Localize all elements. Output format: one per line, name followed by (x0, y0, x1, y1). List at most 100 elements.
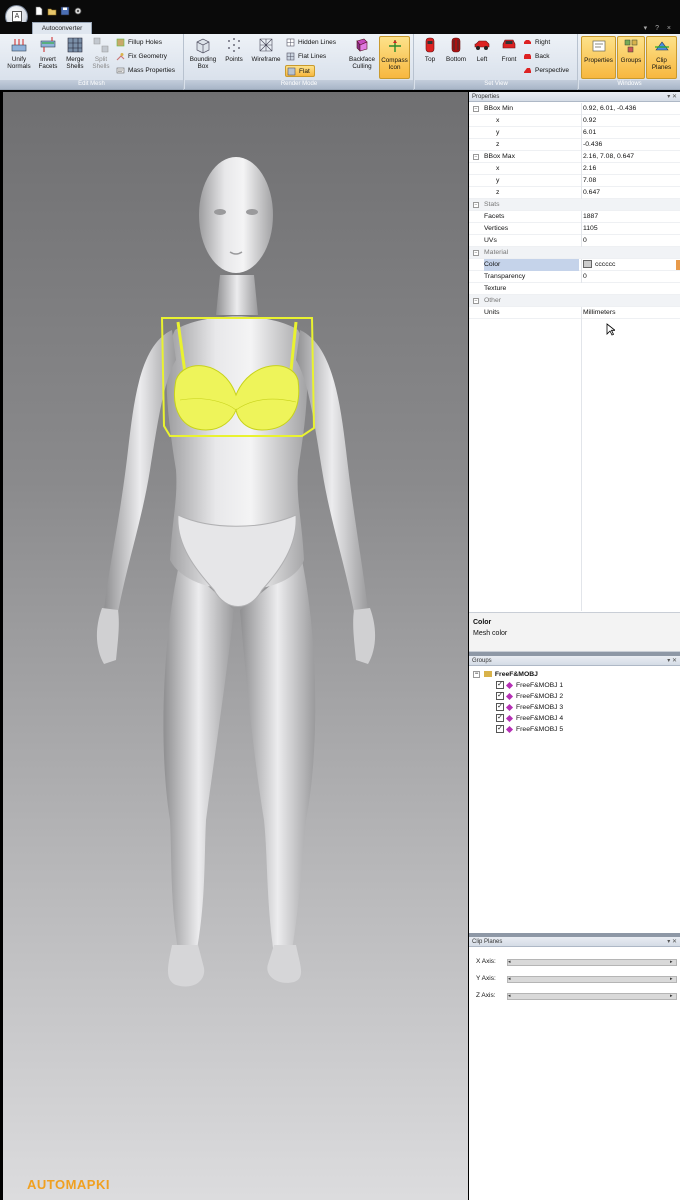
backface-culling-button[interactable]: Backface Culling (345, 36, 379, 80)
tree-item[interactable]: ✓ FreeF&MOBJ 1 (496, 680, 563, 691)
compass-icon-button[interactable]: Compass Icon (379, 36, 410, 79)
tree-item[interactable]: ✓ FreeF&MOBJ 4 (496, 713, 563, 724)
prop-row-vertices[interactable]: Vertices 1105 (469, 223, 680, 235)
invert-facets-button[interactable]: Invert Facets (33, 36, 63, 80)
prop-name: BBox Min (484, 105, 514, 112)
bounding-box-icon (196, 38, 210, 54)
prop-row-uvs[interactable]: UVs 0 (469, 235, 680, 247)
visibility-checkbox[interactable]: ✓ (496, 681, 504, 690)
mesh-icon (505, 692, 514, 700)
prop-name: Facets (484, 213, 505, 220)
x-axis-slider[interactable]: ◂ ▸ (507, 959, 677, 966)
group-label-edit-mesh: Edit Mesh (0, 80, 183, 89)
properties-window-button[interactable]: Properties (581, 36, 616, 79)
prop-row-texture[interactable]: Texture (469, 283, 680, 295)
groups-window-button[interactable]: Groups (617, 36, 645, 79)
save-icon[interactable] (60, 6, 70, 16)
slider-right-arrow-icon[interactable]: ▸ (670, 994, 676, 999)
wireframe-button[interactable]: Wireframe (249, 36, 283, 80)
visibility-checkbox[interactable]: ✓ (496, 692, 504, 701)
flat-button[interactable]: Flat (285, 65, 315, 77)
prop-row-transparency[interactable]: Transparency 0 (469, 271, 680, 283)
prop-row-units[interactable]: Units Millimeters (469, 307, 680, 319)
slider-left-arrow-icon[interactable]: ◂ (508, 994, 514, 999)
points-button[interactable]: Points (219, 36, 249, 80)
mass-properties-button[interactable]: Mass Properties (116, 65, 175, 77)
prop-row-bbox-max-y[interactable]: y 7.08 (469, 175, 680, 187)
prop-row-color[interactable]: Color cccccc (469, 259, 680, 271)
y-axis-slider[interactable]: ◂ ▸ (507, 976, 677, 983)
color-swatch (583, 260, 592, 269)
tree-root[interactable]: − FreeF&MOBJ (473, 669, 538, 680)
fillup-holes-label: Fillup Holes (128, 39, 162, 46)
prop-row-bbox-min[interactable]: − BBox Min 0.92, 6.01, -0.436 (469, 103, 680, 115)
prop-row-bbox-max-x[interactable]: x 2.16 (469, 163, 680, 175)
slider-right-arrow-icon[interactable]: ▸ (670, 977, 676, 982)
prop-value: 0 (581, 235, 680, 247)
prop-row-bbox-min-x[interactable]: x 0.92 (469, 115, 680, 127)
prop-row-bbox-min-y[interactable]: y 6.01 (469, 127, 680, 139)
backface-culling-icon (356, 38, 368, 52)
visibility-checkbox[interactable]: ✓ (496, 703, 504, 712)
fillup-holes-button[interactable]: Fillup Holes (116, 37, 162, 49)
pin-icon[interactable]: ▾ ✕ (667, 92, 677, 102)
z-axis-slider[interactable]: ◂ ▸ (507, 993, 677, 1000)
ribbon: Unify Normals Invert Facets Merge Shells… (0, 34, 680, 90)
category-other[interactable]: − Other (469, 295, 680, 307)
split-shells-label: Split Shells (92, 56, 110, 70)
visibility-checkbox[interactable]: ✓ (496, 714, 504, 723)
mass-properties-label: Mass Properties (128, 67, 175, 74)
category-stats[interactable]: − Stats (469, 199, 680, 211)
view-front-button[interactable]: Front (494, 36, 524, 80)
pin-icon[interactable]: ▾ ✕ (667, 656, 677, 666)
split-shells-button[interactable]: Split Shells (86, 36, 116, 80)
help-text: Mesh color (473, 630, 508, 637)
collapse-icon[interactable]: − (473, 202, 479, 208)
category-material[interactable]: − Material (469, 247, 680, 259)
pin-icon[interactable]: ▾ ✕ (667, 937, 677, 947)
collapse-icon[interactable]: − (473, 670, 480, 678)
bounding-box-button[interactable]: Bounding Box (188, 36, 218, 80)
3d-viewport[interactable] (3, 92, 468, 1200)
slider-left-arrow-icon[interactable]: ◂ (508, 960, 514, 965)
properties-icon (592, 40, 605, 52)
view-left-button[interactable]: Left (467, 36, 497, 80)
x-axis-label: X Axis: (476, 958, 496, 965)
x-axis-slider-row: X Axis: ◂ ▸ (469, 957, 680, 967)
hidden-lines-icon (286, 38, 295, 47)
clip-planes-window-button[interactable]: Clip Planes (646, 36, 677, 79)
dropdown-handle[interactable] (676, 260, 680, 270)
collapse-icon[interactable]: − (473, 154, 479, 160)
mass-properties-icon (116, 67, 125, 74)
group-windows: Properties Groups Clip Planes Windows (579, 34, 680, 90)
points-label: Points (225, 56, 243, 63)
prop-row-bbox-min-z[interactable]: z -0.436 (469, 139, 680, 151)
tree-item[interactable]: ✓ FreeF&MOBJ 5 (496, 724, 563, 735)
flat-lines-button[interactable]: Flat Lines (286, 51, 326, 63)
prop-row-bbox-max[interactable]: − BBox Max 2.16, 7.08, 0.647 (469, 151, 680, 163)
clip-planes-window-label: Clip Planes (651, 57, 672, 71)
prop-row-facets[interactable]: Facets 1887 (469, 211, 680, 223)
human-mesh-model[interactable] (3, 92, 468, 1200)
hidden-lines-button[interactable]: Hidden Lines (286, 37, 336, 49)
settings-icon[interactable] (73, 6, 83, 16)
wireframe-icon (259, 38, 273, 52)
view-back-button[interactable]: Back (523, 51, 549, 63)
tree-item[interactable]: ✓ FreeF&MOBJ 2 (496, 691, 563, 702)
window-controls[interactable]: ▾ ? × (644, 24, 674, 32)
color-value[interactable]: cccccc (581, 259, 680, 271)
new-file-icon[interactable] (34, 6, 44, 16)
slider-right-arrow-icon[interactable]: ▸ (670, 960, 676, 965)
collapse-icon[interactable]: − (473, 106, 479, 112)
visibility-checkbox[interactable]: ✓ (496, 725, 504, 734)
tree-item[interactable]: ✓ FreeF&MOBJ 3 (496, 702, 563, 713)
fix-geometry-button[interactable]: Fix Geometry (116, 51, 167, 63)
open-file-icon[interactable] (47, 6, 57, 16)
view-perspective-button[interactable]: Perspective (523, 65, 569, 77)
collapse-icon[interactable]: − (473, 298, 479, 304)
prop-row-bbox-max-z[interactable]: z 0.647 (469, 187, 680, 199)
view-right-button[interactable]: Right (523, 37, 550, 49)
unify-normals-button[interactable]: Unify Normals (4, 36, 34, 80)
collapse-icon[interactable]: − (473, 250, 479, 256)
slider-left-arrow-icon[interactable]: ◂ (508, 977, 514, 982)
